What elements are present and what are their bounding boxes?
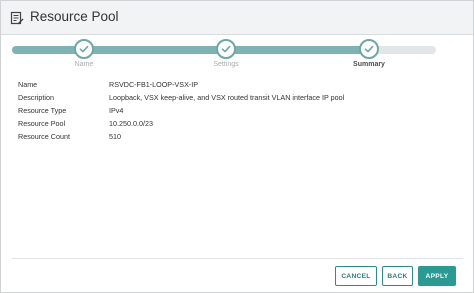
step-settings-indicator[interactable]	[216, 39, 236, 59]
dialog-header: Resource Pool	[1, 1, 473, 35]
summary-label: Resource Count	[18, 132, 70, 141]
checkmark-icon	[79, 45, 89, 53]
summary-value: RSVDC-FB1-LOOP-VSX-IP	[109, 80, 199, 89]
dialog-title: Resource Pool	[30, 9, 119, 24]
summary-value: 10.250.0.0/23	[109, 119, 153, 128]
apply-button[interactable]: APPLY	[418, 266, 456, 286]
summary-value: Loopback, VSX keep-alive, and VSX routed…	[109, 93, 345, 102]
resource-pool-dialog: Resource Pool Name Settings Summary Name…	[0, 0, 474, 293]
summary-label: Resource Pool	[18, 119, 66, 128]
step-label-name[interactable]: Name	[75, 61, 94, 68]
back-button[interactable]: BACK	[382, 266, 413, 286]
checkmark-icon	[364, 45, 374, 53]
step-label-summary[interactable]: Summary	[353, 61, 385, 68]
summary-value: IPv4	[109, 106, 124, 115]
summary-label: Name	[18, 80, 38, 89]
summary-label: Description	[18, 93, 54, 102]
footer-divider	[12, 258, 463, 259]
wizard-progress-fill	[12, 46, 369, 54]
edit-form-icon	[10, 11, 24, 25]
checkmark-icon	[221, 45, 231, 53]
step-name-indicator[interactable]	[74, 39, 94, 59]
summary-value: 510	[109, 132, 121, 141]
summary-label: Resource Type	[18, 106, 67, 115]
step-label-settings[interactable]: Settings	[213, 61, 238, 68]
step-summary-indicator[interactable]	[359, 39, 379, 59]
cancel-button[interactable]: CANCEL	[335, 266, 377, 286]
